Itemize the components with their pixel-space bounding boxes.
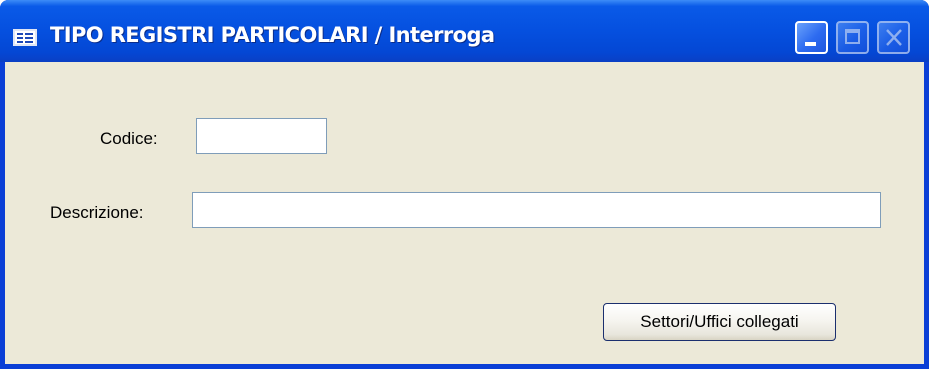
icon-line xyxy=(25,37,33,39)
minimize-icon xyxy=(805,42,816,46)
form-window-icon[interactable] xyxy=(13,29,37,46)
icon-line xyxy=(25,33,33,35)
icon-line xyxy=(17,41,23,43)
title-bar[interactable]: TIPO REGISTRI PARTICOLARI / Interroga xyxy=(0,0,929,62)
app-window: TIPO REGISTRI PARTICOLARI / Interroga Co… xyxy=(0,0,929,369)
icon-line xyxy=(25,41,33,43)
settori-uffici-collegati-button[interactable]: Settori/Uffici collegati xyxy=(603,303,836,341)
icon-line xyxy=(17,37,23,39)
close-icon xyxy=(886,29,902,46)
codice-label: Codice: xyxy=(100,129,158,148)
maximize-button xyxy=(836,21,869,54)
window-title: TIPO REGISTRI PARTICOLARI / Interroga xyxy=(50,23,495,47)
codice-field[interactable] xyxy=(196,118,327,154)
descrizione-field[interactable] xyxy=(192,192,881,228)
minimize-button[interactable] xyxy=(795,21,828,54)
descrizione-label: Descrizione: xyxy=(50,203,144,222)
icon-line xyxy=(17,33,23,35)
maximize-icon xyxy=(845,29,860,44)
form-panel: Codice: Descrizione: Settori/Uffici coll… xyxy=(5,62,924,364)
close-button xyxy=(877,21,910,54)
